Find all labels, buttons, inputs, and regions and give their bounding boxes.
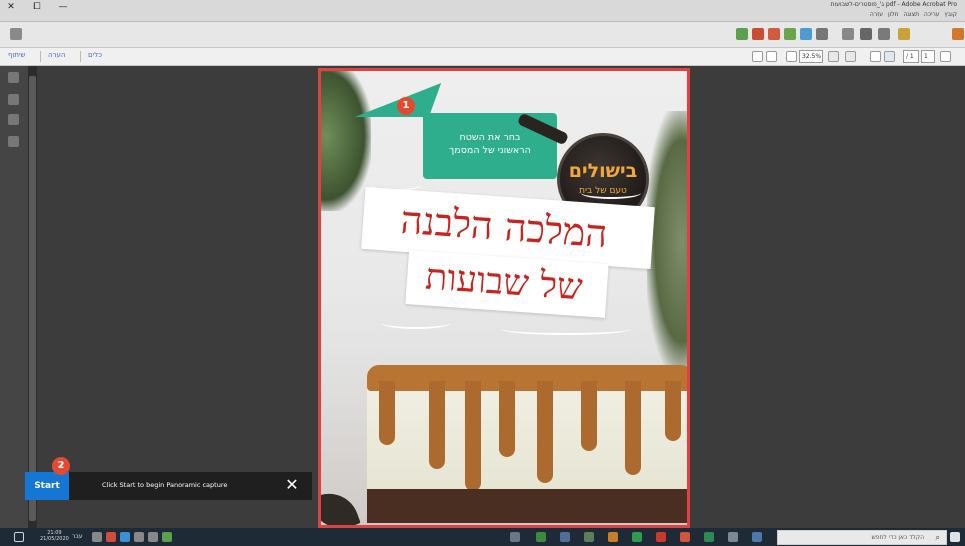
caramel-drip [465, 381, 481, 491]
secondary-toolbar: שיתוף הערה כלים 32.5% / 1 1 [0, 48, 965, 66]
swirl-ornament [381, 317, 451, 329]
fit-width-icon[interactable] [766, 51, 777, 62]
tray-icon[interactable] [120, 532, 130, 542]
restore-window-button[interactable]: ⧠ [30, 2, 44, 12]
callout-line-2: הראשוני של המסמך [449, 145, 531, 156]
tools-link[interactable]: כלים [88, 51, 102, 59]
app-icon[interactable] [632, 532, 642, 542]
divider [80, 51, 81, 62]
divider [40, 51, 41, 62]
search-icon: ⌕ [935, 533, 940, 542]
pages-icon[interactable] [8, 72, 19, 83]
tray-icon[interactable] [92, 532, 102, 542]
acrobat-taskbar-icon[interactable] [656, 532, 666, 542]
swirl-ornament [581, 187, 641, 199]
step-badge-2: 2 [52, 457, 70, 475]
page-total: / 1 [903, 50, 919, 63]
tray-icon[interactable] [106, 532, 116, 542]
taskbar-search-box[interactable]: הקלד כאן כדי לחפש ⌕ [777, 530, 947, 545]
cheesecake-image [367, 365, 687, 525]
task-view-icon[interactable] [752, 532, 762, 542]
hand-tool-icon[interactable] [870, 51, 881, 62]
app-icon[interactable] [510, 532, 520, 542]
vertical-scrollbar[interactable] [28, 66, 37, 528]
close-window-button[interactable]: ✕ [4, 2, 18, 12]
start-capture-button[interactable]: Start [25, 472, 69, 500]
zoom-in-icon[interactable] [828, 51, 839, 62]
app-icon[interactable] [584, 532, 594, 542]
share-link[interactable]: שיתוף [8, 51, 26, 59]
zoom-level-field[interactable]: 32.5% [799, 50, 823, 63]
brand-name: בישולים [568, 160, 638, 182]
caramel-top [367, 365, 687, 391]
globe-icon[interactable] [816, 28, 828, 40]
app-icon[interactable] [560, 532, 570, 542]
close-capture-button[interactable]: ✕ [280, 474, 304, 498]
window-title: pdf - Adobe Acrobat Pro ג'_פוסטרים-לשבוע… [830, 1, 957, 8]
attachments-icon[interactable] [8, 114, 19, 125]
acrobat-window: ✕ ⧠ — pdf - Adobe Acrobat Pro ג'_פוסטרים… [0, 0, 965, 546]
page-number-field[interactable]: 1 [921, 50, 935, 63]
zoom-dropdown-icon[interactable] [786, 51, 797, 62]
print-icon[interactable] [860, 28, 872, 40]
document-page-selection[interactable]: בחר את השטח הראשוני של המסמך 1 בישולים ט… [318, 68, 690, 528]
clock-date: 21/05/2020 [40, 536, 69, 542]
caramel-drip [499, 381, 515, 457]
combine-icon[interactable] [768, 28, 780, 40]
caramel-drip [429, 381, 445, 469]
tray-icon[interactable] [148, 532, 158, 542]
prev-page-icon[interactable] [940, 51, 951, 62]
caramel-drip [665, 381, 681, 441]
app-icon[interactable] [704, 532, 714, 542]
start-menu-icon[interactable] [950, 532, 960, 542]
menu-bar[interactable]: קובץ עריכה תצוגה חלון עזרה [870, 11, 957, 18]
email-icon[interactable] [842, 28, 854, 40]
pdf-icon[interactable] [752, 28, 764, 40]
settings-icon[interactable] [800, 28, 812, 40]
caramel-drip [625, 381, 641, 475]
navigation-pane [0, 66, 28, 528]
tray-icon[interactable] [162, 532, 172, 542]
bookmarks-icon[interactable] [8, 94, 19, 105]
cookie-crust [367, 489, 687, 523]
save-icon[interactable] [878, 28, 890, 40]
app-icon[interactable] [680, 532, 690, 542]
minimize-window-button[interactable]: — [56, 2, 70, 12]
signatures-icon[interactable] [8, 136, 19, 147]
capture-hint: Click Start to begin Panoramic capture [102, 481, 228, 489]
open-icon[interactable] [898, 28, 910, 40]
edit-icon[interactable] [784, 28, 796, 40]
greenery-decoration [321, 71, 371, 211]
main-toolbar [0, 22, 965, 48]
caramel-drip [581, 381, 597, 451]
step-badge-1: 1 [397, 97, 415, 115]
export-icon[interactable] [736, 28, 748, 40]
extras-icon[interactable] [952, 28, 964, 40]
cake-body [367, 383, 687, 495]
app-icon[interactable] [728, 532, 738, 542]
caramel-drip [537, 381, 553, 483]
comment-link[interactable]: הערה [48, 51, 65, 59]
tray-icon[interactable] [134, 532, 144, 542]
app-icon[interactable] [536, 532, 546, 542]
title-bar: ✕ ⧠ — pdf - Adobe Acrobat Pro ג'_פוסטרים… [0, 0, 965, 22]
language-indicator[interactable]: עבר [72, 533, 83, 540]
select-tool-icon[interactable] [884, 51, 895, 62]
swirl-ornament [501, 323, 631, 335]
show-desktop-icon[interactable] [14, 532, 24, 542]
taskbar-clock: 21:09 21/05/2020 [40, 530, 69, 542]
create-pdf-icon[interactable] [10, 28, 22, 40]
zoom-out-icon[interactable] [845, 51, 856, 62]
app-icon[interactable] [608, 532, 618, 542]
scrollbar-thumb[interactable] [29, 76, 36, 521]
search-placeholder: הקלד כאן כדי לחפש [871, 534, 924, 541]
caramel-drip [379, 381, 395, 445]
fit-page-icon[interactable] [752, 51, 763, 62]
